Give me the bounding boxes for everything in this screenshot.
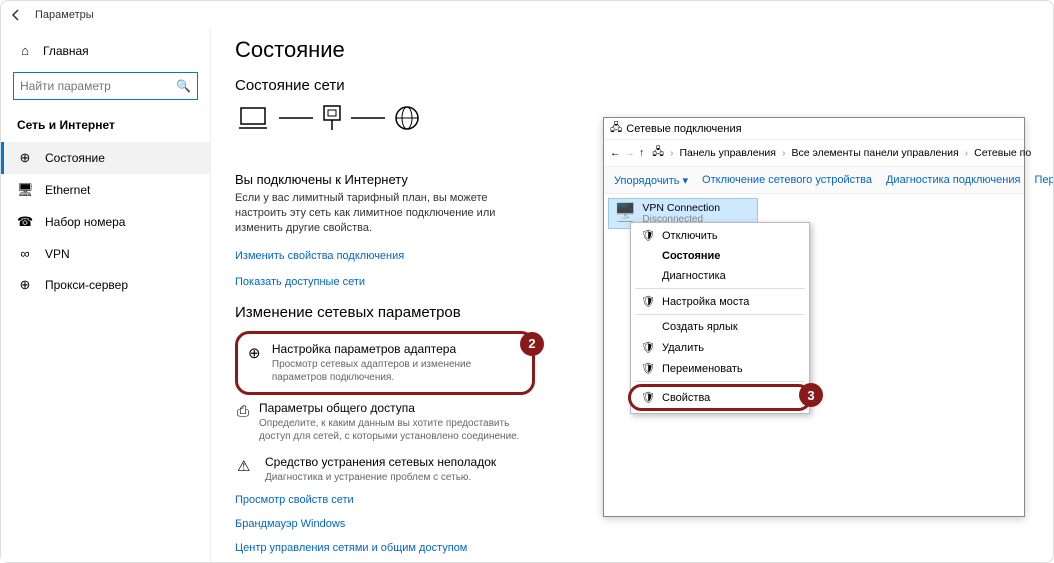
toolbar-rename[interactable]: Пере (1034, 174, 1053, 186)
step-badge-2: 2 (520, 332, 544, 356)
window-title: Параметры (35, 9, 94, 21)
dialup-icon: ☎ (17, 214, 33, 230)
card-title: Настройка параметров адаптера (272, 342, 522, 356)
popup-toolbar: Упорядочить ▾ Отключение сетевого устрой… (604, 166, 1024, 194)
card-desc: Определите, к каким данным вы хотите пре… (259, 417, 533, 443)
sidebar-item-dialup[interactable]: ☎ Набор номера (1, 206, 210, 238)
card-title: Параметры общего доступа (259, 401, 533, 415)
sidebar-home[interactable]: ⌂ Главная (1, 37, 210, 64)
link-net-props[interactable]: Просмотр свойств сети (235, 494, 354, 506)
nav-back-icon[interactable]: ← (610, 147, 621, 159)
page-title: Состояние (235, 37, 1033, 63)
shield-icon: 🛡 (641, 229, 654, 242)
ctx-shortcut[interactable]: Создать ярлык (631, 317, 809, 337)
breadcrumb-item[interactable]: Сетевые по (974, 147, 1031, 159)
sidebar-item-label: VPN (45, 247, 70, 261)
card-title: Средство устранения сетевых неполадок (265, 455, 496, 469)
content-area: Состояние Состояние сети Ethernet Общест… (211, 29, 1053, 562)
sidebar-item-status[interactable]: ⊕ Состояние (1, 142, 210, 174)
toolbar-diagnose[interactable]: Диагностика подключения (886, 174, 1020, 186)
home-label: Главная (43, 44, 89, 58)
breadcrumb-item[interactable]: Панель управления (679, 147, 775, 159)
warning-icon: ⚠ (237, 455, 255, 484)
shield-icon: 🛡 (641, 362, 654, 375)
sidebar-item-label: Прокси-сервер (45, 278, 128, 292)
back-button[interactable] (9, 8, 23, 22)
card-troubleshoot[interactable]: ⚠ Средство устранения сетевых неполадок … (235, 449, 535, 490)
home-icon: ⌂ (17, 43, 33, 58)
popup-titlebar: 🖧 Сетевые подключения (604, 118, 1024, 140)
search-icon: 🔍 (176, 79, 191, 93)
sidebar-item-label: Ethernet (45, 183, 90, 197)
share-icon: ⎙ (237, 401, 249, 443)
ctx-disconnect[interactable]: 🛡Отключить (631, 225, 809, 246)
card-desc: Просмотр сетевых адаптеров и изменение п… (272, 358, 522, 384)
context-menu: 🛡Отключить Состояние Диагностика 🛡Настро… (630, 222, 810, 414)
ethernet-icon: 🖥 (17, 182, 33, 198)
shield-icon: 🛡 (641, 391, 654, 404)
connected-body: Если у вас лимитный тарифный план, вы мо… (235, 191, 535, 236)
status-icon: ⊕ (17, 150, 33, 166)
popup-title-text: Сетевые подключения (626, 123, 741, 135)
ctx-separator (635, 288, 805, 289)
globe-icon (393, 104, 421, 132)
ctx-bridge[interactable]: 🛡Настройка моста (631, 291, 809, 312)
breadcrumb-item[interactable]: Все элементы панели управления (791, 147, 958, 159)
line-icon (351, 114, 385, 122)
network-icon: 🖧 (610, 119, 622, 138)
toolbar-disable[interactable]: Отключение сетевого устройства (702, 174, 872, 186)
section-label: Сеть и Интернет (1, 114, 210, 142)
net-status-heading: Состояние сети (235, 77, 1033, 94)
connection-name: VPN Connection (642, 202, 720, 214)
nav-up-icon[interactable]: ↑ (639, 147, 644, 159)
card-adapter-settings[interactable]: ⊕ Настройка параметров адаптера Просмотр… (235, 331, 535, 395)
card-desc: Диагностика и устранение проблем с сетью… (265, 471, 496, 484)
ctx-diagnostics[interactable]: Диагностика (631, 266, 809, 286)
sidebar-item-proxy[interactable]: ⊕ Прокси-сервер (1, 269, 210, 301)
ethernet-adapter-icon (321, 104, 343, 132)
sidebar-item-ethernet[interactable]: 🖥 Ethernet (1, 174, 210, 206)
sidebar: ⌂ Главная 🔍 Сеть и Интернет ⊕ Состояние … (1, 29, 211, 562)
card-sharing[interactable]: ⎙ Параметры общего доступа Определите, к… (235, 395, 535, 449)
link-firewall[interactable]: Брандмауэр Windows (235, 518, 345, 530)
ctx-separator (635, 381, 805, 382)
network-connections-window: 🖧 Сетевые подключения ← → ↑ 🖧 › Панель у… (603, 117, 1025, 517)
line-icon (279, 114, 313, 122)
sidebar-item-label: Набор номера (45, 215, 125, 229)
ctx-rename[interactable]: 🛡Переименовать (631, 358, 809, 379)
popup-body: 🖥️ VPN Connection Disconnected 🛡Отключит… (604, 194, 1024, 233)
nav-fwd-icon[interactable]: → (625, 147, 636, 159)
computer-icon (235, 104, 271, 132)
link-show-networks[interactable]: Показать доступные сети (235, 276, 365, 288)
ctx-status[interactable]: Состояние (631, 246, 809, 266)
search-input-wrapper[interactable]: 🔍 (13, 72, 198, 100)
ctx-separator (635, 314, 805, 315)
adapter-icon: ⊕ (248, 342, 262, 384)
popup-nav: ← → ↑ 🖧 › Панель управления › Все элемен… (604, 140, 1024, 166)
toolbar-organize[interactable]: Упорядочить ▾ (614, 174, 688, 187)
link-change-props[interactable]: Изменить свойства подключения (235, 250, 404, 262)
network-icon: 🖧 (652, 144, 664, 162)
ctx-properties[interactable]: 🛡 Свойства 3 (628, 384, 812, 411)
sidebar-item-label: Состояние (45, 151, 105, 165)
search-input[interactable] (20, 79, 191, 93)
vpn-icon: ∞ (17, 246, 33, 261)
link-network-center[interactable]: Центр управления сетями и общим доступом (235, 542, 467, 554)
shield-icon: 🛡 (641, 295, 654, 308)
proxy-icon: ⊕ (17, 277, 33, 293)
shield-icon: 🛡 (641, 341, 654, 354)
sidebar-item-vpn[interactable]: ∞ VPN (1, 238, 210, 269)
step-badge-3: 3 (799, 383, 823, 407)
ctx-delete[interactable]: 🛡Удалить (631, 337, 809, 358)
